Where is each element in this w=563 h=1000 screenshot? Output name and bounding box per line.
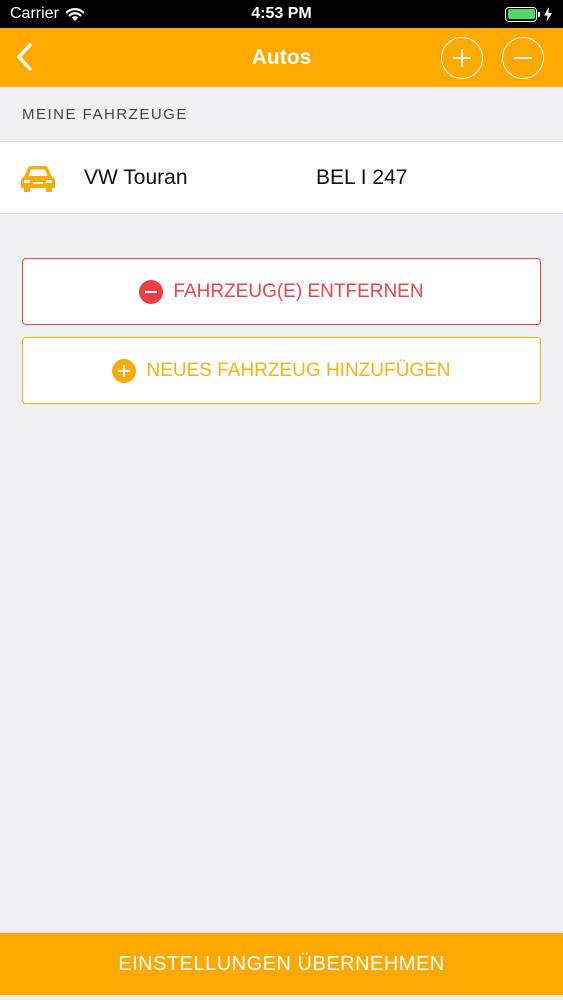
wifi-icon	[65, 7, 85, 21]
vehicle-row[interactable]: VW Touran BEL I 247	[0, 141, 563, 214]
add-vehicle-nav-button[interactable]	[441, 37, 483, 79]
remove-vehicles-button[interactable]: FAHRZEUG(E) ENTFERNEN	[22, 258, 541, 325]
battery-level	[507, 9, 535, 19]
carrier-label: Carrier	[10, 5, 59, 22]
plus-icon	[453, 49, 471, 67]
back-button[interactable]	[8, 38, 40, 76]
charging-bolt-icon	[544, 6, 552, 22]
battery-icon	[505, 6, 540, 22]
status-right	[505, 6, 553, 22]
page-title: Autos	[251, 45, 312, 69]
vehicle-plate: BEL I 247	[316, 166, 408, 189]
section-header: MEINE FAHRZEUGE	[22, 105, 188, 123]
remove-vehicles-label: FAHRZEUG(E) ENTFERNEN	[173, 280, 424, 302]
chevron-left-icon	[17, 43, 32, 71]
add-circle-icon	[112, 358, 137, 383]
status-left: Carrier	[10, 5, 85, 23]
add-vehicle-button[interactable]: NEUES FAHRZEUG HINZUFÜGEN	[22, 337, 541, 404]
vehicle-name: VW Touran	[84, 166, 188, 189]
status-bar: Carrier 4:53 PM	[0, 0, 563, 28]
car-icon	[21, 166, 55, 192]
minus-icon	[514, 57, 532, 59]
add-vehicle-label: NEUES FAHRZEUG HINZUFÜGEN	[146, 359, 451, 381]
apply-settings-label: EINSTELLUNGEN ÜBERNEHMEN	[118, 952, 445, 975]
navigation-bar: Autos	[0, 28, 563, 87]
remove-vehicle-nav-button[interactable]	[502, 37, 544, 79]
remove-circle-icon	[139, 279, 164, 304]
bottom-safe-area	[0, 995, 563, 1000]
apply-settings-button[interactable]: EINSTELLUNGEN ÜBERNEHMEN	[0, 933, 563, 995]
